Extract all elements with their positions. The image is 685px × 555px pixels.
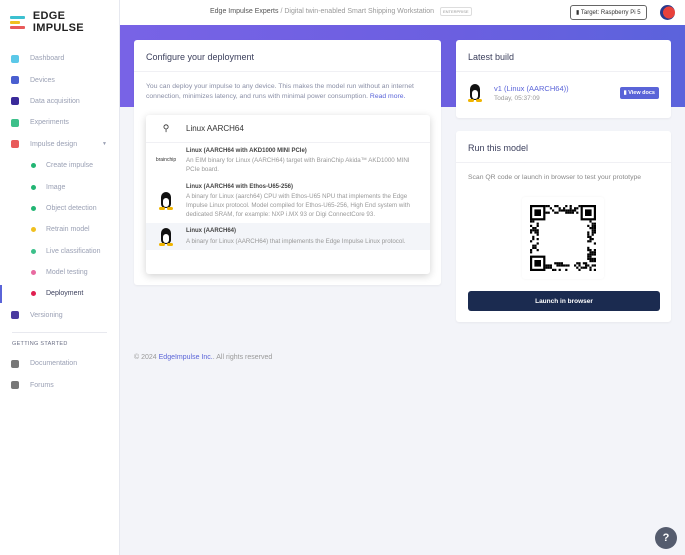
build-time: Today, 05:37:09	[494, 95, 540, 102]
run-model-card: Run this model Scan QR code or launch in…	[456, 131, 671, 322]
retrain-model-icon	[31, 227, 36, 233]
launch-in-browser-button[interactable]: Launch in browser	[468, 291, 660, 311]
option-description: An EIM binary for Linux (AARCH64) target…	[186, 157, 410, 174]
option-title: Linux (AARCH64 with Ethos-U65-256)	[186, 183, 294, 190]
avatar[interactable]	[660, 5, 675, 20]
sidebar-item-label: Dashboard	[30, 55, 65, 63]
sidebar-item-label: Experiments	[30, 119, 69, 127]
configure-description: You can deploy your impulse to any devic…	[134, 72, 441, 112]
search-input[interactable]: Linux AARCH64	[186, 124, 244, 133]
option-description: A binary for Linux (aarch64) CPU with Et…	[186, 192, 410, 219]
sidebar-item-label: Create impulse	[46, 162, 94, 170]
deployment-option[interactable]: Linux (AARCH64) A binary for Linux (AARCH…	[146, 223, 430, 250]
enterprise-badge: ENTERPRISE	[439, 6, 472, 16]
run-model-title: Run this model	[456, 131, 671, 163]
live-classification-icon	[31, 248, 36, 254]
run-model-description: Scan QR code or launch in browser to tes…	[468, 174, 642, 181]
breadcrumb: Edge Impulse Experts / Digital twin-enab…	[210, 6, 472, 16]
view-docs-button[interactable]: ▮ View docs	[619, 87, 659, 99]
sidebar-item-data-acquisition[interactable]: Data acquisition	[0, 91, 119, 112]
target-button[interactable]: ▮ Target: Raspberry Pi 5	[570, 5, 647, 20]
qr-code	[522, 197, 604, 279]
sidebar-item-label: Impulse design	[30, 140, 78, 148]
sidebar-item-label: Model testing	[46, 269, 88, 277]
sidebar-item-live-classification[interactable]: Live classification	[0, 241, 119, 262]
option-title: Linux (AARCH64 with AKD1000 MINI PCIe)	[186, 148, 307, 154]
configure-title: Configure your deployment	[134, 40, 441, 72]
sidebar-item-label: Image	[46, 183, 66, 191]
linux-icon	[468, 84, 482, 102]
impulse-design-icon	[11, 140, 19, 149]
sidebar-item-dashboard[interactable]: Dashboard	[0, 48, 119, 69]
sidebar-item-label: Devices	[30, 76, 55, 84]
brainchip-logo: brainchip	[155, 157, 177, 164]
latest-build-card: Latest build v1 (Linux (AARCH64)) Today, …	[456, 40, 671, 118]
deployment-option[interactable]: Linux (AARCH64 with Ethos-U65-256) A bina…	[146, 179, 430, 224]
sidebar-item-documentation[interactable]: Documentation	[0, 353, 119, 374]
search-icon: ⚲	[162, 123, 170, 133]
sidebar-item-label: Versioning	[30, 311, 63, 319]
logo[interactable]: EDGE IMPULSE	[10, 10, 119, 34]
logo-icon	[10, 14, 25, 31]
data-acquisition-icon	[11, 97, 19, 106]
sidebar-item-devices[interactable]: Devices	[0, 69, 119, 90]
sidebar-item-create-impulse[interactable]: Create impulse	[0, 155, 119, 176]
breadcrumb-project[interactable]: Digital twin-enabled Smart Shipping Work…	[284, 8, 434, 15]
sidebar-item-label: Data acquisition	[30, 97, 80, 105]
help-button[interactable]: ?	[655, 527, 677, 549]
read-more-link[interactable]: Read more.	[370, 93, 406, 100]
latest-build-title: Latest build	[456, 40, 671, 72]
sidebar-item-versioning[interactable]: Versioning	[0, 305, 119, 326]
target-label: Target: Raspberry Pi 5	[580, 10, 641, 16]
sidebar-item-experiments[interactable]: Experiments	[0, 112, 119, 133]
sidebar-item-retrain-model[interactable]: Retrain model	[0, 219, 119, 240]
image-icon	[31, 184, 36, 190]
breadcrumb-org[interactable]: Edge Impulse Experts	[210, 8, 278, 15]
deployment-option[interactable]: brainchip Linux (AARCH64 with AKD1000 MIN…	[146, 143, 430, 179]
sidebar-item-model-testing[interactable]: Model testing	[0, 262, 119, 283]
search-bar[interactable]: ⚲ Linux AARCH64	[146, 115, 430, 143]
sidebar: EDGE IMPULSE Dashboard Devices Data acquis…	[0, 0, 120, 555]
deployment-icon	[31, 291, 36, 297]
build-name[interactable]: v1 (Linux (AARCH64))	[494, 84, 569, 93]
section-title: GETTING STARTED	[12, 341, 68, 348]
option-description: A binary for Linux (AARCH64) that implem…	[186, 237, 406, 245]
deployment-dropdown: ⚲ Linux AARCH64 brainchip Linux (AARCH64 …	[146, 115, 430, 274]
linux-icon	[159, 192, 173, 211]
view-docs-label: View docs	[628, 90, 655, 96]
copyright: © 2024	[134, 354, 157, 361]
linux-icon	[159, 227, 173, 246]
model-testing-icon	[31, 270, 36, 276]
sidebar-item-object-detection[interactable]: Object detection	[0, 198, 119, 219]
sidebar-item-label: Live classification	[46, 247, 101, 255]
divider	[12, 332, 107, 334]
option-title: Linux (AARCH64)	[186, 228, 237, 235]
header: Edge Impulse Experts / Digital twin-enab…	[120, 0, 685, 25]
create-impulse-icon	[31, 163, 36, 169]
sidebar-item-deployment[interactable]: Deployment	[0, 283, 119, 304]
versioning-icon	[11, 311, 19, 320]
sidebar-item-label: Documentation	[30, 360, 78, 368]
breadcrumb-separator: /	[280, 8, 283, 15]
sidebar-item-impulse-design[interactable]: Impulse design ▼	[0, 134, 119, 155]
company-link[interactable]: EdgeImpulse Inc.	[159, 354, 213, 361]
documentation-icon	[11, 359, 19, 368]
sidebar-item-image[interactable]: Image	[0, 176, 119, 197]
sidebar-item-label: Object detection	[46, 204, 97, 212]
sidebar-item-forums[interactable]: Forums	[0, 374, 119, 395]
rights-text: All rights reserved	[216, 354, 273, 361]
chevron-down-icon[interactable]: ▼	[102, 141, 107, 147]
forums-icon	[11, 381, 19, 390]
sidebar-item-label: Retrain model	[46, 226, 90, 234]
footer: © 2024 EdgeImpulse Inc.. All rights rese…	[134, 354, 273, 361]
object-detection-icon	[31, 205, 36, 211]
sidebar-item-label: Forums	[30, 381, 54, 389]
dashboard-icon	[11, 54, 19, 63]
sidebar-nav: Dashboard Devices Data acquisition Experime…	[0, 48, 119, 396]
app-name: EDGE IMPULSE	[32, 10, 84, 34]
experiments-icon	[11, 118, 19, 127]
sidebar-item-label: Deployment	[46, 290, 84, 298]
devices-icon	[11, 76, 19, 85]
